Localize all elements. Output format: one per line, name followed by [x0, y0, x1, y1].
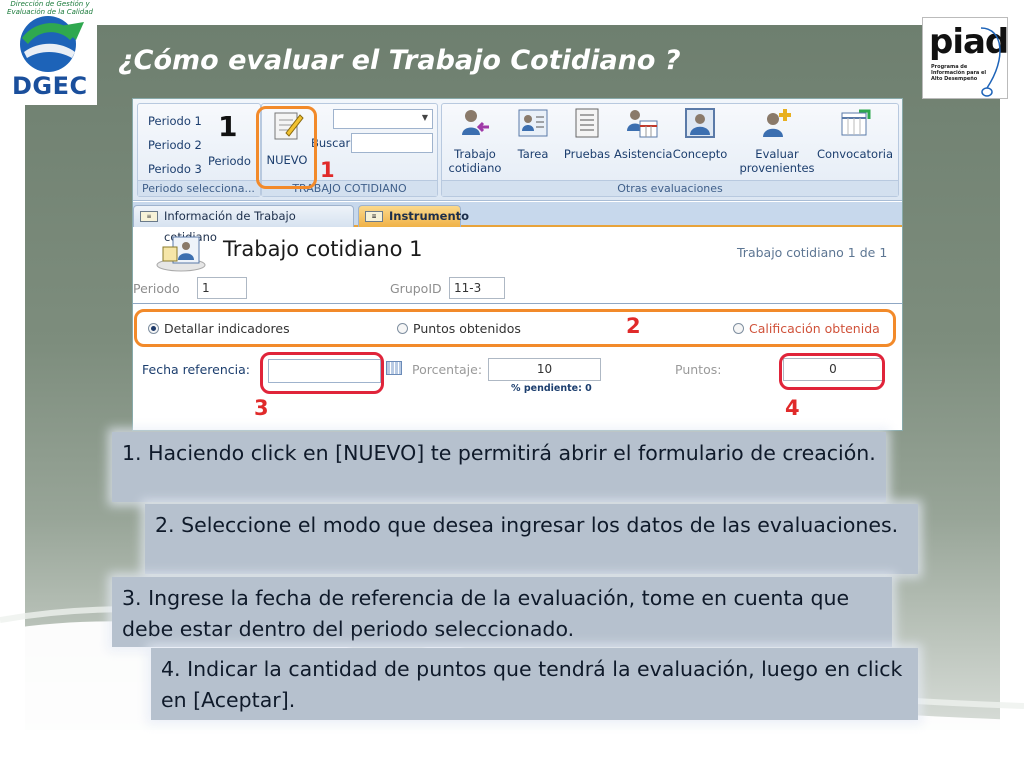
annotation-number-4: 4	[785, 396, 800, 420]
grupo-field-label: GrupoID	[390, 281, 442, 296]
trabajo-cotidiano-label: Trabajo cotidiano	[448, 147, 502, 175]
form-separator	[133, 303, 902, 304]
dgec-logo: Dirección de Gestión y Evaluación de la …	[0, 0, 97, 105]
person-calendar-icon	[627, 110, 658, 138]
tarea-button[interactable]: Tarea	[511, 105, 555, 161]
periodo-3-item[interactable]: Periodo 3	[148, 162, 202, 176]
document-lines-icon	[575, 108, 599, 138]
slide-title: ¿Cómo evaluar el Trabajo Cotidiano ?	[118, 45, 681, 76]
person-arrow-icon	[462, 110, 489, 135]
tab-informacion-trabajo-cotidiano[interactable]: ≡ Información de Trabajo cotidiano	[133, 205, 354, 244]
nuevo-highlight	[256, 106, 317, 189]
buscar-input[interactable]	[351, 133, 433, 153]
callout-step-1: 1. Haciendo click en [NUEVO] te permitir…	[112, 432, 886, 502]
piad-logo: piad Programa de Información para el Alt…	[922, 17, 1009, 99]
pruebas-label: Pruebas	[563, 147, 611, 161]
tab-instrumento-label: Instrumento	[389, 209, 470, 223]
porcentaje-field[interactable]: 10	[488, 358, 601, 381]
puntos-label: Puntos:	[675, 362, 722, 377]
evaluar-provenientes-button[interactable]: Evaluar provenientes	[737, 105, 817, 175]
trabajo-selector-dropdown[interactable]: ▼	[333, 109, 433, 129]
calendar-picker-icon[interactable]	[386, 361, 402, 375]
form-header-icon	[156, 236, 206, 272]
otras-group-label: Otras evaluaciones	[442, 180, 898, 196]
annotation-number-1: 1	[320, 158, 335, 182]
globe-icon	[20, 16, 84, 72]
calendar-arrow-icon	[841, 109, 871, 136]
asistencia-label: Asistencia	[614, 147, 673, 161]
periodo-field-label: Periodo	[133, 281, 180, 296]
pruebas-button[interactable]: Pruebas	[561, 105, 613, 161]
mouse-cursor-icon	[980, 27, 1001, 97]
form-tab-icon: ≡	[365, 211, 383, 222]
mode-highlight	[134, 309, 896, 347]
form-title: Trabajo cotidiano 1	[223, 237, 423, 261]
convocatoria-button[interactable]: Convocatoria	[815, 105, 895, 161]
chevron-down-icon: ▼	[421, 113, 428, 122]
evaluar-provenientes-label: Evaluar provenientes	[739, 147, 815, 175]
grupo-field[interactable]: 11-3	[449, 277, 505, 299]
periodo-field[interactable]: 1	[197, 277, 247, 299]
annotation-number-3: 3	[254, 396, 269, 420]
concepto-label: Concepto	[672, 147, 728, 161]
periodo-button[interactable]: Periodo	[208, 154, 251, 168]
person-list-icon	[518, 109, 548, 137]
puntos-highlight	[779, 353, 885, 390]
callout-step-2: 2. Seleccione el modo que desea ingresar…	[145, 504, 918, 574]
tab-instrumento[interactable]: ≡ Instrumento	[358, 205, 469, 227]
pendiente-note: % pendiente: 0	[511, 383, 592, 394]
annotation-number-ribbon: 1	[218, 110, 238, 143]
document-tabs: ≡ Información de Trabajo cotidiano ≡ Ins…	[133, 202, 902, 244]
periodo-group-label: Periodo selecciona...	[138, 180, 260, 196]
concepto-button[interactable]: Concepto	[671, 105, 729, 161]
convocatoria-label: Convocatoria	[816, 147, 894, 161]
asistencia-button[interactable]: Asistencia	[614, 105, 673, 161]
record-count: Trabajo cotidiano 1 de 1	[737, 245, 888, 260]
periodo-2-item[interactable]: Periodo 2	[148, 138, 202, 152]
person-plus-icon	[763, 109, 791, 137]
annotation-number-2: 2	[626, 314, 641, 338]
form-tab-icon: ≡	[140, 211, 158, 222]
ribbon: Periodo 1 Periodo 2 Periodo 3 1 Periodo …	[133, 99, 902, 201]
fecha-referencia-label: Fecha referencia:	[142, 362, 250, 377]
callout-step-4: 4. Indicar la cantidad de puntos que ten…	[151, 648, 918, 720]
periodo-1-item[interactable]: Periodo 1	[148, 114, 202, 128]
callout-step-3: 3. Ingrese la fecha de referencia de la …	[112, 577, 892, 647]
dgec-logo-text: DGEC	[12, 72, 88, 100]
person-portrait-icon	[685, 108, 715, 138]
ribbon-group-periodo: Periodo 1 Periodo 2 Periodo 3 1 Periodo …	[137, 103, 261, 197]
trabajo-cotidiano-button[interactable]: Trabajo cotidiano	[445, 105, 505, 175]
porcentaje-label: Porcentaje:	[412, 362, 483, 377]
fecha-highlight	[260, 352, 384, 394]
tarea-label: Tarea	[517, 147, 549, 161]
